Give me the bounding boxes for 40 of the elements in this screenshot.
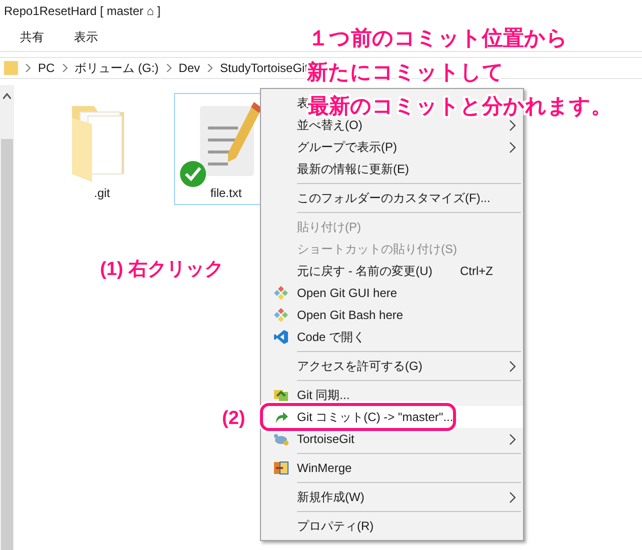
scroll-up-icon[interactable]	[3, 93, 11, 99]
scroll-thumb[interactable]	[1, 139, 13, 550]
window-title: Repo1ResetHard [ master ⌂ ]	[3, 3, 162, 20]
menu-item[interactable]: Open Git Bash here	[261, 304, 523, 326]
breadcrumb[interactable]: PC	[38, 60, 55, 76]
file-name: file.txt	[210, 186, 242, 200]
annotation-text: 最新のコミットと分かれます。	[308, 94, 612, 119]
file-item[interactable]: .git	[50, 93, 154, 205]
ribbon-tab[interactable]: 共有	[20, 28, 44, 44]
menu-item[interactable]: Open Git GUI here	[261, 282, 523, 304]
annotation-text: 新たにコミットして	[307, 60, 504, 86]
file-name: .git	[94, 186, 110, 200]
code-icon	[273, 329, 289, 345]
ribbon-tab[interactable]: 表示	[74, 28, 98, 44]
scrollbar[interactable]	[0, 85, 14, 550]
menu-item[interactable]: Git 同期...	[261, 384, 523, 406]
diamond-icon	[273, 307, 289, 323]
annotation-text: (1) 右クリック	[100, 258, 224, 282]
menu-item[interactable]: WinMerge	[261, 457, 523, 479]
breadcrumb[interactable]: Dev	[178, 60, 200, 76]
arrow-icon	[273, 409, 289, 425]
chevron-icon	[25, 64, 31, 72]
menu-item[interactable]: Code で開く	[261, 326, 523, 348]
breadcrumb[interactable]: StudyTortoiseGit	[220, 60, 308, 76]
annotation-text: １つ前のコミット位置から	[308, 26, 568, 52]
menu-item[interactable]: Git コミット(C) -> "master"...	[261, 406, 523, 428]
sync-icon	[273, 387, 289, 403]
annotation-text: (2)	[222, 408, 246, 430]
breadcrumb[interactable]: ボリューム (G:)	[74, 60, 159, 76]
diamond-icon	[273, 285, 289, 301]
chevron-icon	[62, 64, 68, 72]
chevron-icon	[207, 64, 214, 72]
menu-item[interactable]: TortoiseGit	[261, 428, 523, 450]
menu-item[interactable]: 新規作成(W)	[261, 486, 523, 508]
winmerge-icon	[273, 460, 289, 476]
menu-item[interactable]: プロパティ(R)	[261, 515, 523, 537]
menu-item[interactable]: 元に戻す - 名前の変更(U) Ctrl+Z	[261, 260, 523, 282]
folder-icon	[4, 60, 18, 76]
chevron-icon	[166, 64, 172, 72]
menu-item[interactable]: アクセスを許可する(G)	[261, 355, 523, 377]
